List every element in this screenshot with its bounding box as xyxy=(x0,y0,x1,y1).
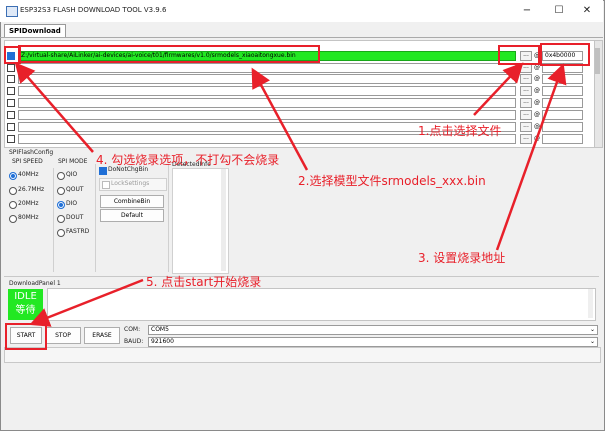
arrow-4 xyxy=(14,62,94,153)
annotation-step-1: 1.点击选择文件 xyxy=(418,124,502,138)
annotation-arrows xyxy=(14,62,567,327)
arrow-3 xyxy=(495,63,567,251)
annotation-step-4: 4. 勾选烧录选项，不打勾不会烧录 xyxy=(96,153,280,167)
annotation-step-2: 2.选择模型文件srmodels_xxx.bin xyxy=(298,174,486,188)
annotation-step-3: 3. 设置烧录地址 xyxy=(418,251,506,265)
arrow-5 xyxy=(29,278,144,327)
annotation-step-5: 5. 点击start开始烧录 xyxy=(146,275,262,289)
arrow-1 xyxy=(473,62,524,116)
